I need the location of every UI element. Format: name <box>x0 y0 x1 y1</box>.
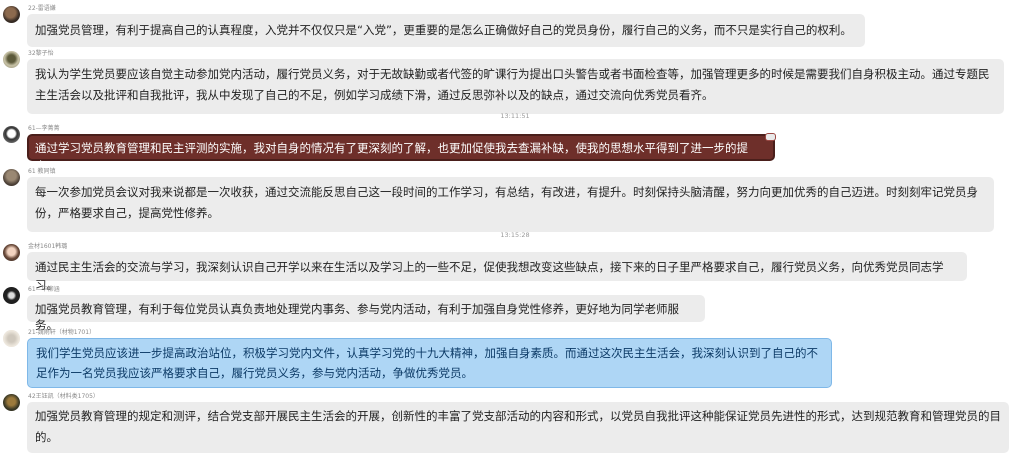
sender-name: 22-雷语嫌 <box>28 5 56 12</box>
message-bubble[interactable]: 加强党员教育管理的规定和测评，结合党支部开展民主生活会的开展，创新性的丰富了党支… <box>27 402 1009 453</box>
message-bubble[interactable]: 我认为学生党员要应该自觉主动参加党内活动，履行党员义务，对于无故缺勤或者代签的旷… <box>27 59 1004 114</box>
chat-history: 22-雷语嫌 加强党员管理，有利于提高自己的认真程度，入党并不仅仅只是“入党”，… <box>0 0 1024 455</box>
bubble-tag-icon <box>765 133 776 141</box>
avatar[interactable] <box>3 6 20 23</box>
message-bubble-highlighted[interactable]: 我们学生党员应该进一步提高政治站位，积极学习党内文件，认真学习党的十九大精神，加… <box>27 338 832 388</box>
sender-name: 21-魏雨轩（材物1701） <box>28 329 96 336</box>
avatar[interactable] <box>3 330 20 347</box>
avatar[interactable] <box>3 394 20 411</box>
sender-name: 61—李菁菁 <box>28 125 60 132</box>
avatar[interactable] <box>3 51 20 68</box>
message-bubble[interactable]: 加强党员教育管理，有利于每位党员认真负责地处理党内事务、参与党内活动，有利于加强… <box>27 295 705 332</box>
message-bubble[interactable]: 通过民主生活会的交流与学习，我深刻认识自己开学以来在生活以及学习上的一些不足，促… <box>27 252 967 292</box>
avatar[interactable] <box>3 287 20 304</box>
avatar[interactable] <box>3 169 20 186</box>
sender-name: 金材1601韩璐 <box>28 243 68 250</box>
sender-name: 61 教同镇 <box>28 168 56 175</box>
message-bubble[interactable]: 每一次参加党员会议对我来说都是一次收获，通过交流能反思自己这一段时间的工作学习，… <box>27 177 994 232</box>
timestamp: 13:15:28 <box>500 231 530 239</box>
sender-name: 42王钰凯（材料类1705） <box>28 393 99 400</box>
timestamp: 13:11:51 <box>500 112 530 120</box>
avatar[interactable] <box>3 244 20 261</box>
message-bubble[interactable]: 加强党员管理，有利于提高自己的认真程度，入党并不仅仅只是“入党”，更重要的是怎么… <box>27 14 865 47</box>
sender-name: 32黎子怡 <box>28 50 54 57</box>
sender-name: 61—毕柳涵 <box>28 286 60 293</box>
message-bubble-highlighted[interactable]: 通过学习党员教育管理和民主评测的实施，我对自身的情况有了更深刻的了解，也更加促使… <box>27 134 775 173</box>
avatar[interactable] <box>3 126 20 143</box>
